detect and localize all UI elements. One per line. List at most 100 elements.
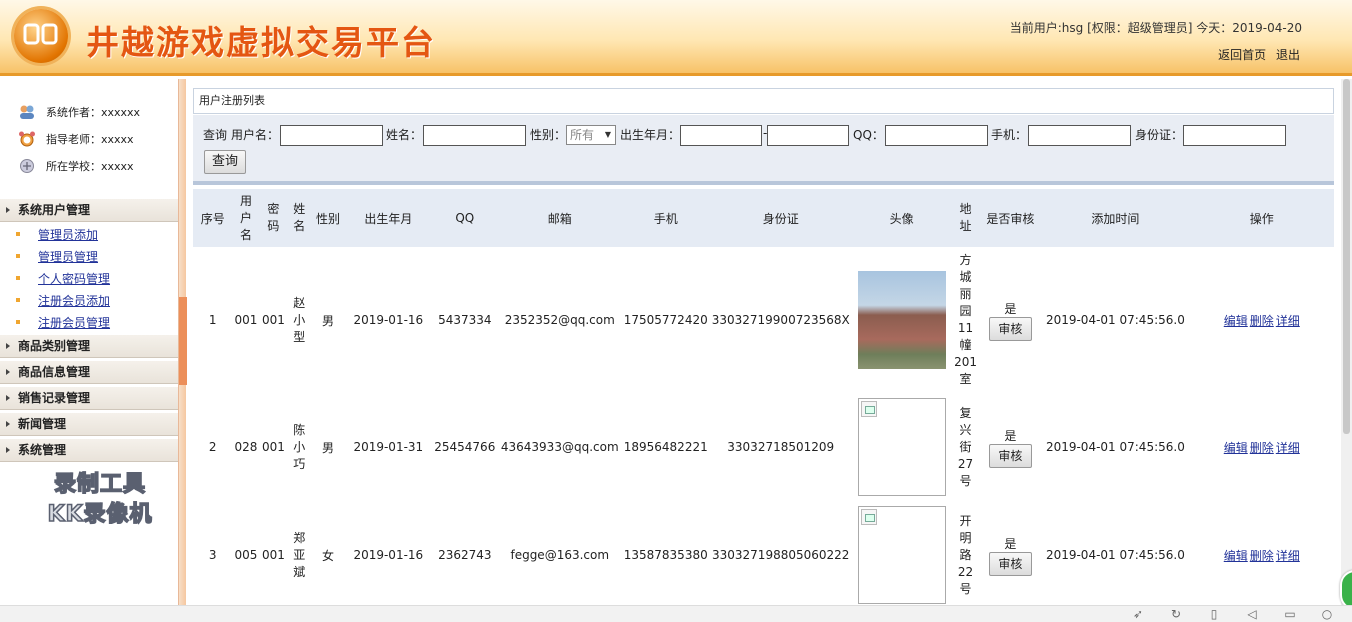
query-button[interactable]: 查询 [204,150,246,174]
scrollbar-thumb[interactable] [1343,79,1350,434]
cell-avatar [851,501,952,609]
table-row: 3 005 001 郑亚斌 女 2019-01-16 2362743 fegge… [193,501,1334,609]
name-label: 姓名： [386,128,423,142]
menu-group-system-users[interactable]: 系统用户管理 [0,198,178,222]
main-content: 用户注册列表 查询 用户名： 姓名： 性别： 所有 出生年月： - QQ： 手机… [193,88,1334,622]
col-header-actions: 操作 [1189,189,1334,247]
birth-end-input[interactable] [767,125,849,146]
gender-select[interactable]: 所有 [566,125,616,145]
review-button[interactable]: 审核 [988,443,1032,468]
col-header-avatar: 头像 [851,189,952,247]
cell-birth: 2019-01-31 [344,393,432,501]
back-home-link[interactable]: 返回首页 [1218,48,1266,62]
menu-group-product-info[interactable]: 商品信息管理 [0,360,178,384]
panel-title: 用户注册列表 [193,88,1334,114]
app-logo [14,9,68,63]
edit-link[interactable]: 编辑 [1224,549,1248,563]
cell-gender: 女 [311,501,345,609]
cell-no: 1 [193,247,233,393]
cell-name: 郑亚斌 [287,501,312,609]
header-links: 返回首页 退出 [1212,46,1300,63]
school-icon [18,158,36,174]
menu-group-product-category[interactable]: 商品类别管理 [0,334,178,358]
birth-start-input[interactable] [680,125,762,146]
cell-added-time: 2019-04-01 07:45:56.0 [1041,393,1190,501]
sidebar-collapse-handle[interactable] [178,79,187,605]
cell-email: fegge@163.com [497,501,622,609]
cell-birth: 2019-01-16 [344,501,432,609]
cell-password: 001 [259,247,288,393]
qq-input[interactable] [885,125,988,146]
col-header-gender: 性别 [311,189,345,247]
phone-input[interactable] [1028,125,1131,146]
gender-label: 性别： [530,128,567,142]
menu-item-member-manage[interactable]: 注册会员管理 [15,314,110,332]
col-header-email: 邮箱 [497,189,622,247]
header: 井越游戏虚拟交易平台 当前用户:hsg [权限：超级管理员] 今天：2019-0… [0,0,1352,76]
col-header-no: 序号 [193,189,233,247]
review-button[interactable]: 审核 [988,551,1032,576]
user-table: 序号 用户名 密码 姓名 性别 出生年月 QQ 邮箱 手机 身份证 头像 地址 … [193,189,1334,609]
review-button[interactable]: 审核 [988,316,1032,341]
broken-image-icon [860,509,877,525]
cell-username: 001 [232,247,260,393]
window-icon[interactable]: ▭ [1283,608,1297,621]
detail-link[interactable]: 详细 [1276,549,1300,563]
trash-icon[interactable]: ▯ [1207,608,1221,621]
recorder-watermark: 录制工具 KK录像机 [47,471,153,528]
delete-link[interactable]: 删除 [1250,314,1274,328]
table-row: 2 028 001 陈小巧 男 2019-01-31 25454766 4364… [193,393,1334,501]
menu-group-news[interactable]: 新闻管理 [0,412,178,436]
refresh-icon[interactable]: ↻ [1169,608,1183,621]
volume-icon[interactable]: ◁ [1245,608,1259,621]
menu-group-sales-records[interactable]: 销售记录管理 [0,386,178,410]
username-input[interactable] [280,125,383,146]
rocket-icon[interactable]: ➶ [1131,608,1145,621]
cell-phone: 18956482221 [621,393,710,501]
edit-link[interactable]: 编辑 [1224,441,1248,455]
cell-email: 43643933@qq.com [497,393,622,501]
cell-name: 陈小巧 [287,393,312,501]
menu-item-admin-add[interactable]: 管理员添加 [15,226,98,244]
cell-actions: 编辑 删除 详细 [1189,501,1334,609]
table-header-row: 序号 用户名 密码 姓名 性别 出生年月 QQ 邮箱 手机 身份证 头像 地址 … [193,189,1334,247]
search-bar: 查询 用户名： 姓名： 性别： 所有 出生年月： - QQ： 手机： 身份证： … [193,115,1334,185]
bottom-toolbar: ➶ ↻ ▯ ◁ ▭ ○ [0,605,1352,622]
col-header-password: 密码 [259,189,288,247]
detail-link[interactable]: 详细 [1276,314,1300,328]
idcard-input[interactable] [1183,125,1286,146]
birth-label: 出生年月： [620,128,681,142]
cell-actions: 编辑 删除 详细 [1189,393,1334,501]
cell-avatar [851,247,952,393]
cell-password: 001 [259,501,288,609]
cell-email: 2352352@qq.com [497,247,622,393]
cell-idcard: 33032718501209 [709,393,852,501]
menu-item-admin-manage[interactable]: 管理员管理 [15,248,98,266]
username-label: 用户名： [231,128,280,142]
avatar-image [857,506,946,604]
teacher-row: 指导老师：xxxxx [18,129,134,149]
cell-name: 赵小型 [287,247,312,393]
cell-idcard: 330327198805060222 [709,501,852,609]
logout-link[interactable]: 退出 [1276,48,1300,62]
detail-link[interactable]: 详细 [1276,441,1300,455]
delete-link[interactable]: 删除 [1250,441,1274,455]
query-label: 查询 [203,128,228,142]
menu-group-system[interactable]: 系统管理 [0,438,178,462]
menu-item-password-manage[interactable]: 个人密码管理 [15,270,110,288]
delete-link[interactable]: 删除 [1250,549,1274,563]
col-header-birth: 出生年月 [344,189,432,247]
cell-gender: 男 [311,247,345,393]
col-header-name: 姓名 [287,189,312,247]
collapse-grip[interactable] [179,297,187,385]
cell-address: 复兴街 27 号 [951,393,980,501]
vertical-scrollbar[interactable] [1341,79,1352,605]
cell-added-time: 2019-04-01 07:45:56.0 [1041,501,1190,609]
menu-item-member-add[interactable]: 注册会员添加 [15,292,110,310]
edit-link[interactable]: 编辑 [1224,314,1248,328]
cell-approved: 是 审核 [979,393,1042,501]
search-icon[interactable]: ○ [1320,608,1334,621]
col-header-qq: QQ [431,189,498,247]
name-input[interactable] [423,125,526,146]
school-row: 所在学校：xxxxx [18,156,134,176]
